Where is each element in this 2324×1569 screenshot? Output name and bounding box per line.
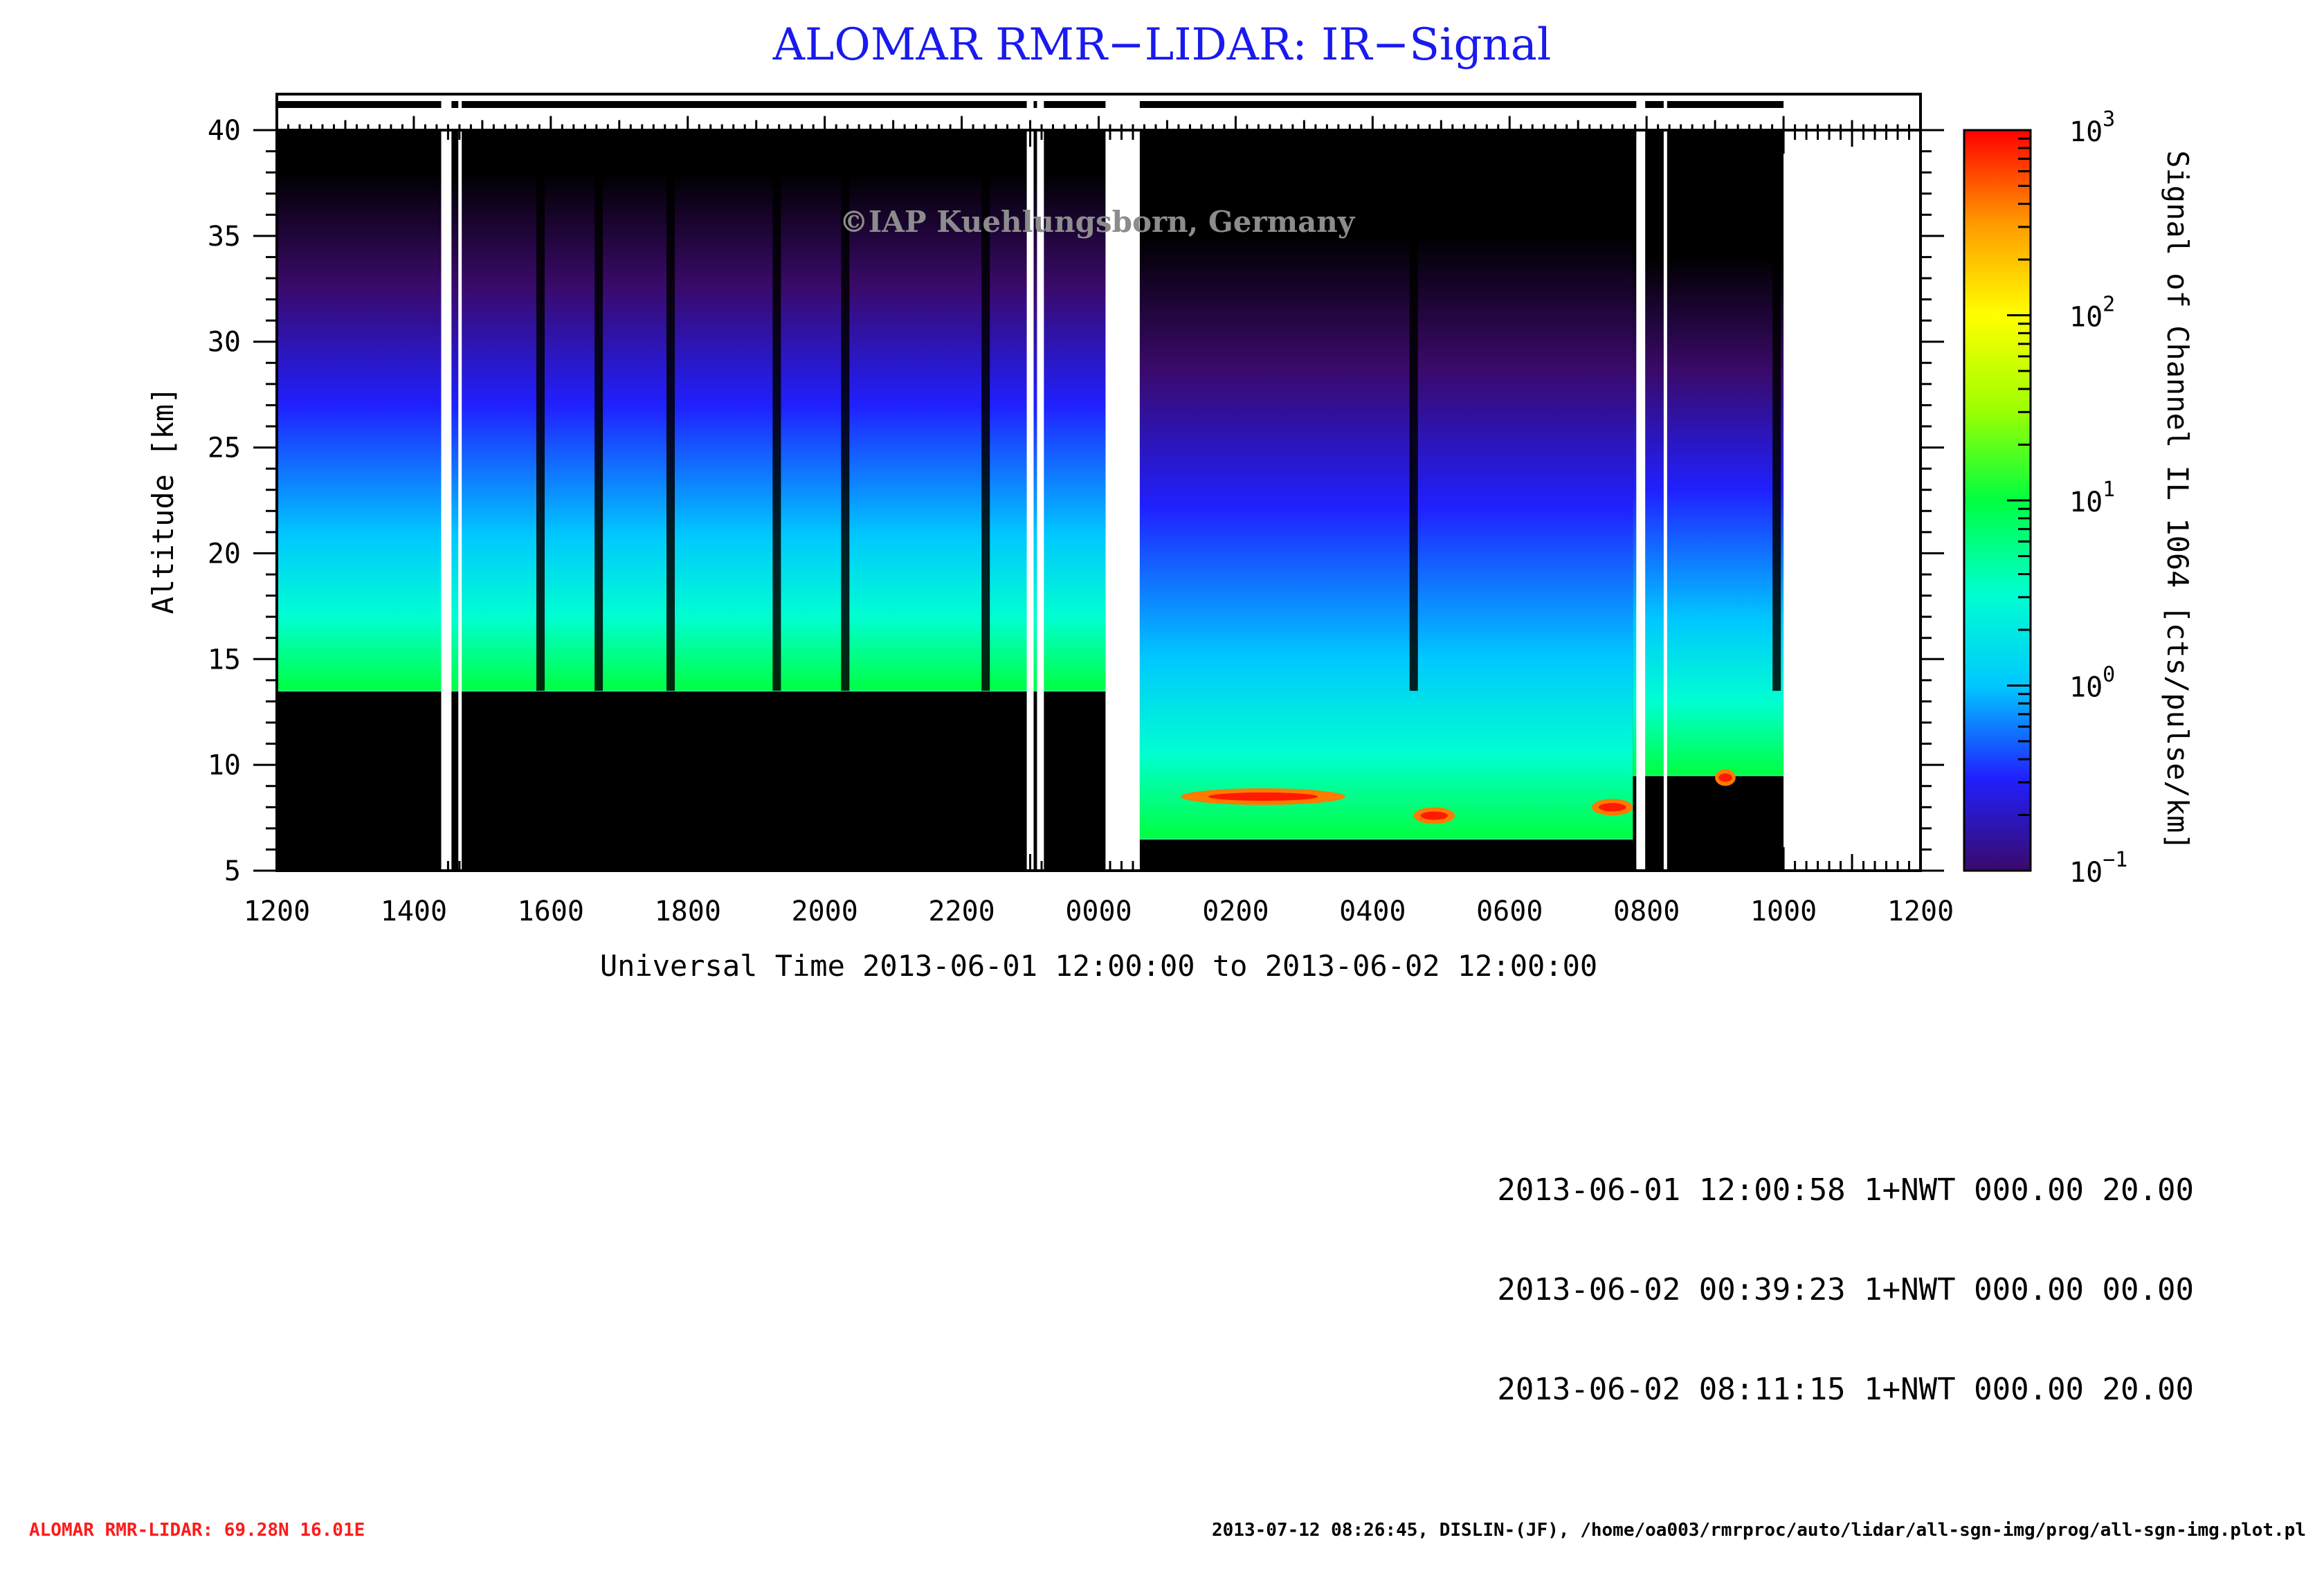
data-gap (1026, 130, 1034, 871)
info-line: 2013-06-01 12:00:58 1+NWT 000.00 20.00 (1497, 1172, 2194, 1208)
low-signal-column (666, 130, 675, 691)
y-tick-label: 25 (208, 433, 241, 464)
data-gap (1636, 130, 1646, 871)
x-tick-label: 1800 (655, 896, 721, 927)
coverage-bar (451, 101, 459, 108)
coverage-bar (1645, 101, 1664, 108)
low-signal-column (536, 130, 545, 691)
colorbar-tick-label: 100 (2069, 663, 2115, 704)
x-tick-label: 1200 (1887, 896, 1954, 927)
coverage-bar (462, 101, 1027, 108)
coverage-bar (1044, 101, 1106, 108)
data-gap (1783, 130, 1921, 871)
x-tick-label: 0600 (1476, 896, 1543, 927)
y-tick-label: 10 (208, 750, 241, 781)
y-tick-label: 5 (224, 855, 241, 887)
low-signal-column (594, 130, 603, 691)
data-gap (1663, 130, 1667, 871)
x-axis-label: Universal Time 2013-06-01 12:00:00 to 20… (600, 949, 1597, 983)
data-gap (1037, 130, 1044, 871)
coverage-bar (277, 101, 442, 108)
y-tick-label: 40 (208, 115, 241, 147)
x-tick-label: 1400 (381, 896, 447, 927)
y-tick-label: 20 (208, 538, 241, 570)
info-line: 2013-06-02 00:39:23 1+NWT 000.00 00.00 (1497, 1272, 2194, 1307)
coverage-bar (1033, 101, 1037, 108)
x-tick-label: 2200 (928, 896, 995, 927)
colorbar-tick-label: 102 (2069, 293, 2115, 334)
data-gap (441, 130, 452, 871)
heatmap-layer (277, 130, 1921, 871)
y-tick-label: 30 (208, 327, 241, 359)
y-tick-label: 35 (208, 221, 241, 253)
low-signal-column (772, 130, 781, 691)
x-tick-label: 1200 (244, 896, 310, 927)
watermark: ©IAP Kuehlungsborn, Germany (839, 205, 1356, 239)
low-signal-column (1409, 130, 1418, 691)
x-tick-label: 0800 (1613, 896, 1680, 927)
colorbar-tick-label: 101 (2069, 478, 2115, 518)
colorbar-tick-label: 10−1 (2069, 848, 2127, 889)
x-tick-label: 1000 (1750, 896, 1817, 927)
coverage-bar (1667, 101, 1784, 108)
y-tick-label: 15 (208, 644, 241, 675)
colorbar: 10−1 100 101 102 103 Signal of Channel IL 106… (1963, 107, 2195, 889)
y-axis-label: Altitude [km] (146, 387, 180, 615)
signal-segment (1139, 235, 1633, 840)
x-tick-label: 2000 (792, 896, 858, 927)
data-gap (458, 130, 462, 871)
x-tick-label: 0000 (1065, 896, 1132, 927)
footer-location: ALOMAR RMR-LIDAR: 69.28N 16.01E (29, 1520, 365, 1541)
data-gap (1105, 130, 1140, 871)
coverage-bar (1139, 101, 1637, 108)
info-line: 2013-06-02 08:11:15 1+NWT 000.00 20.00 (1497, 1372, 2194, 1407)
signal-segment (277, 172, 1106, 691)
x-tick-label: 0400 (1339, 896, 1406, 927)
colorbar-tick-label: 103 (2069, 107, 2115, 148)
cloud-core (1208, 792, 1318, 801)
footer-provenance: 2013-07-12 08:26:45, DISLIN-(JF), /home/… (1212, 1520, 2306, 1541)
info-block: 2013-06-01 12:00:58 1+NWT 000.00 20.00 2… (1433, 1107, 2194, 1440)
low-signal-column (1772, 130, 1781, 691)
cloud-core (1718, 773, 1732, 782)
cloud-core (1598, 803, 1626, 812)
signal-segment (1633, 257, 1784, 776)
colorbar-label: Signal of Channel IL 1064 [cts/pulse/km] (2161, 150, 2195, 850)
x-tick-label: 0200 (1202, 896, 1269, 927)
x-tick-label: 1600 (518, 896, 584, 927)
cloud-core (1420, 811, 1449, 820)
